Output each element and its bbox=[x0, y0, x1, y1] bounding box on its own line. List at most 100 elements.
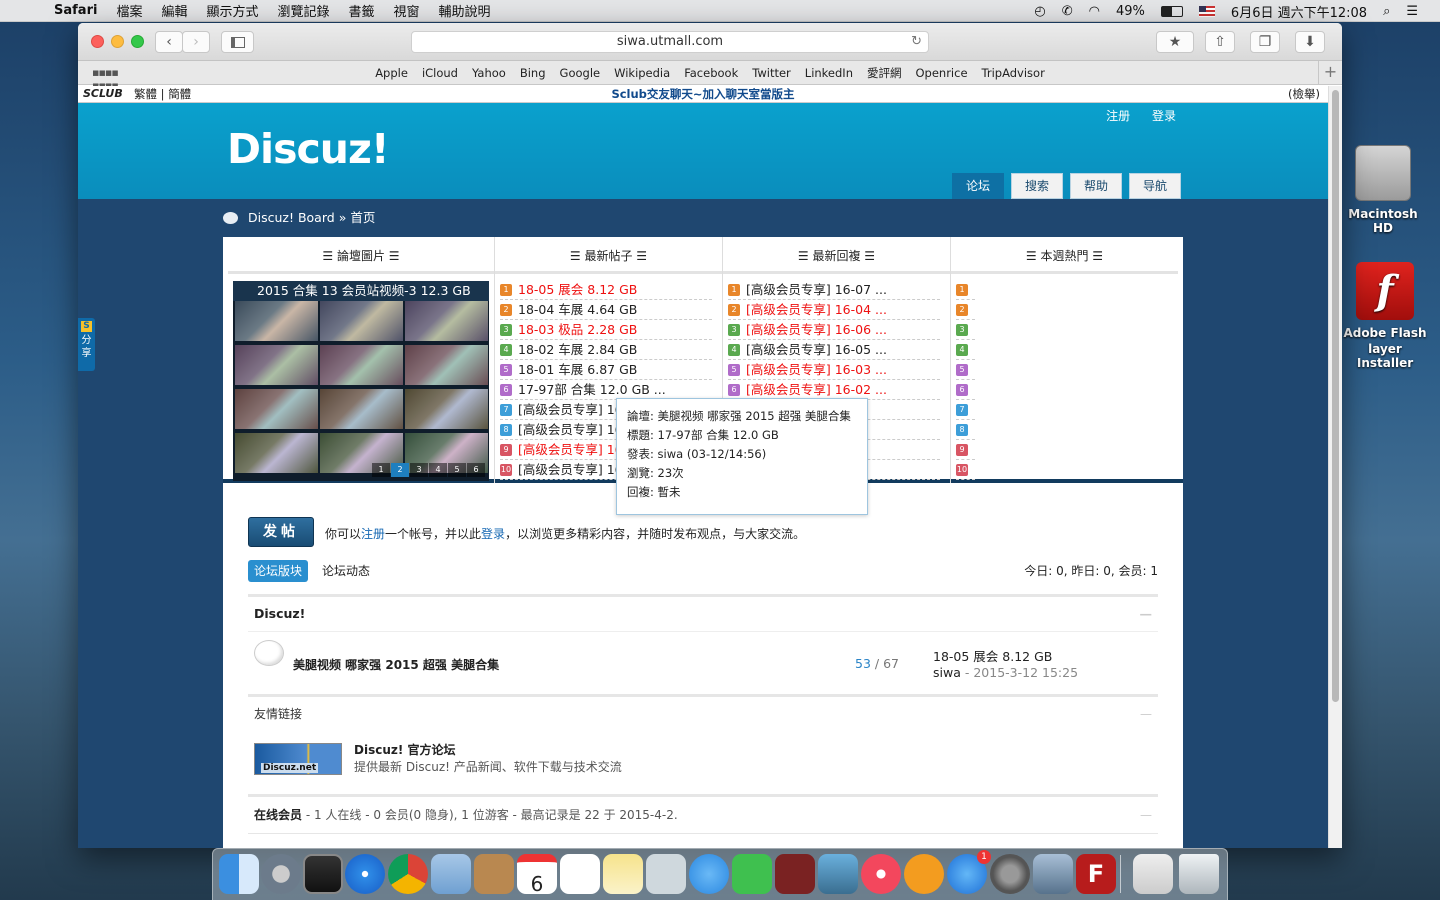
nav-tab-help[interactable]: 帮助 bbox=[1070, 173, 1122, 199]
address-bar[interactable]: siwa.utmall.com ↻ bbox=[411, 31, 929, 53]
tab-forum-sections[interactable]: 论坛版块 bbox=[248, 560, 309, 582]
desktop-icon-flash-installer[interactable]: f Adobe Flash layer Installer bbox=[1338, 262, 1432, 370]
thread-link[interactable]: [高级会员专享] 16 bbox=[518, 402, 623, 417]
list-item[interactable]: 2 18-04 车展 4.64 GB bbox=[500, 300, 712, 320]
favorite-google[interactable]: Google bbox=[560, 66, 601, 80]
photo-booth-alt-icon[interactable] bbox=[775, 854, 815, 894]
notice-register-link[interactable]: 注册 bbox=[361, 527, 385, 541]
tab-forum-activity[interactable]: 论坛动态 bbox=[322, 560, 370, 582]
menu-history[interactable]: 瀏覽記錄 bbox=[277, 1, 329, 20]
list-item[interactable]: 9 bbox=[956, 440, 975, 460]
slide-page[interactable]: 1 bbox=[372, 463, 390, 477]
list-item[interactable]: 6 17-97部 合集 12.0 GB ... bbox=[500, 380, 712, 400]
collapse-icon[interactable]: — bbox=[1140, 597, 1153, 631]
finder-icon[interactable] bbox=[219, 854, 259, 894]
wifi-icon[interactable]: ◠ bbox=[1089, 4, 1100, 19]
forum-last-user-link[interactable]: siwa bbox=[933, 665, 961, 680]
slide-page[interactable]: 3 bbox=[410, 463, 428, 477]
favorite-facebook[interactable]: Facebook bbox=[684, 66, 738, 80]
list-item[interactable]: 4 18-02 车展 2.84 GB bbox=[500, 340, 712, 360]
favorite-twitter[interactable]: Twitter bbox=[752, 66, 791, 80]
minimized-window-icon[interactable] bbox=[1133, 854, 1173, 894]
menu-file[interactable]: 檔案 bbox=[116, 1, 142, 20]
thread-link[interactable]: [高级会员专享] 16 bbox=[518, 442, 623, 457]
thread-link[interactable]: [高级会员专享] 16-04 ... bbox=[746, 302, 887, 317]
favorite-bing[interactable]: Bing bbox=[520, 66, 546, 80]
list-item[interactable]: 6 [高级会员专享] 16-02 ... bbox=[728, 380, 940, 400]
favorite-icloud[interactable]: iCloud bbox=[422, 66, 458, 80]
sidebar-toggle-button[interactable] bbox=[221, 31, 254, 53]
reminders-icon[interactable] bbox=[560, 854, 600, 894]
list-item[interactable]: 1 bbox=[956, 280, 975, 300]
reload-icon[interactable]: ↻ bbox=[911, 32, 922, 52]
menu-window[interactable]: 視窗 bbox=[394, 1, 420, 20]
list-item[interactable]: 2 [高级会员专享] 16-04 ... bbox=[728, 300, 940, 320]
calendar-icon[interactable]: 6 bbox=[517, 854, 557, 896]
safari-icon[interactable] bbox=[345, 854, 385, 894]
favorite-yahoo[interactable]: Yahoo bbox=[472, 66, 506, 80]
list-item[interactable]: 5 [高级会员专享] 16-03 ... bbox=[728, 360, 940, 380]
list-item[interactable]: 5 18-01 车展 6.87 GB bbox=[500, 360, 712, 380]
mission-control-icon[interactable] bbox=[303, 854, 343, 894]
favorite-aipingwang[interactable]: 愛評網 bbox=[867, 65, 902, 81]
thread-link[interactable]: 17-97部 合集 12.0 GB ... bbox=[518, 382, 666, 397]
launchpad-icon[interactable] bbox=[261, 854, 301, 894]
thread-link[interactable]: 18-04 车展 4.64 GB bbox=[518, 302, 637, 317]
battery-icon[interactable] bbox=[1160, 5, 1183, 17]
app-store-icon[interactable]: 1 bbox=[947, 850, 991, 894]
share-button[interactable]: ⇧ bbox=[1205, 31, 1235, 53]
list-item[interactable]: 4 bbox=[956, 340, 975, 360]
notice-login-link[interactable]: 登录 bbox=[481, 527, 505, 541]
report-link[interactable]: (檢舉) bbox=[1288, 86, 1320, 102]
thread-link[interactable]: [高级会员专享] 16-07 ... bbox=[746, 282, 887, 297]
tabs-overview-button[interactable]: ❐ bbox=[1250, 31, 1280, 53]
online-label[interactable]: 在线会员 bbox=[254, 808, 302, 822]
thread-link[interactable]: 18-02 车展 2.84 GB bbox=[518, 342, 637, 357]
thread-link[interactable]: [高级会员专享] 16-06 ... bbox=[746, 322, 887, 337]
close-window-button[interactable] bbox=[91, 35, 104, 48]
desktop-icon-macintosh-hd[interactable]: Macintosh HD bbox=[1340, 145, 1426, 235]
register-link[interactable]: 注册 bbox=[1106, 109, 1130, 123]
lang-traditional[interactable]: 繁體 bbox=[134, 87, 157, 101]
list-item[interactable]: 8 bbox=[956, 420, 975, 440]
preview-icon[interactable] bbox=[431, 854, 471, 894]
ibooks-icon[interactable] bbox=[904, 854, 944, 894]
thread-link[interactable]: 18-01 车展 6.87 GB bbox=[518, 362, 637, 377]
thread-link[interactable]: 18-03 极品 2.28 GB bbox=[518, 322, 637, 337]
photo-booth-icon[interactable] bbox=[646, 854, 686, 894]
lang-simplified[interactable]: 簡體 bbox=[168, 87, 191, 101]
favorite-tripadvisor[interactable]: TripAdvisor bbox=[982, 66, 1045, 80]
thread-link[interactable]: [高级会员专享] 16 bbox=[518, 422, 623, 437]
list-item[interactable]: 3 [高级会员专享] 16-06 ... bbox=[728, 320, 940, 340]
spotlight-icon[interactable]: ⌕ bbox=[1383, 4, 1390, 19]
menu-edit[interactable]: 編輯 bbox=[161, 1, 187, 20]
nav-tab-search[interactable]: 搜索 bbox=[1011, 173, 1063, 199]
notification-center-icon[interactable]: ☰ bbox=[1406, 4, 1418, 19]
list-item[interactable]: 5 bbox=[956, 360, 975, 380]
list-item[interactable]: 3 bbox=[956, 320, 975, 340]
nav-tab-navigation[interactable]: 导航 bbox=[1129, 173, 1181, 199]
facetime-icon[interactable] bbox=[732, 854, 772, 894]
network-utility-icon[interactable] bbox=[1033, 854, 1073, 894]
slideshow-caption[interactable]: 2015 合集 13 会员站视频-3 12.3 GB bbox=[233, 281, 489, 301]
vertical-scrollbar[interactable] bbox=[1328, 86, 1342, 848]
reader-button[interactable]: ★ bbox=[1156, 31, 1194, 53]
nav-tab-forum[interactable]: 论坛 bbox=[952, 173, 1004, 199]
list-item[interactable]: 3 18-03 极品 2.28 GB bbox=[500, 320, 712, 340]
minimize-window-button[interactable] bbox=[111, 35, 124, 48]
clock[interactable]: 6月6日 週六下午12:08 bbox=[1231, 2, 1367, 21]
zoom-window-button[interactable] bbox=[131, 35, 144, 48]
back-button[interactable]: ‹ bbox=[155, 31, 183, 53]
new-tab-button[interactable]: + bbox=[1318, 61, 1342, 84]
itunes-icon[interactable] bbox=[861, 854, 901, 894]
iphoto-icon[interactable] bbox=[818, 854, 858, 894]
new-post-button[interactable]: 发帖 bbox=[248, 517, 314, 547]
forum-name-link[interactable]: 美腿视频 哪家强 2015 超强 美腿合集 bbox=[293, 656, 499, 673]
chrome-icon[interactable] bbox=[388, 854, 428, 894]
list-item[interactable]: 4 [高级会员专享] 16-05 ... bbox=[728, 340, 940, 360]
list-item[interactable]: 6 bbox=[956, 380, 975, 400]
timemachine-icon[interactable]: ◴ bbox=[1034, 4, 1045, 19]
menu-bookmarks[interactable]: 書籤 bbox=[349, 1, 375, 20]
forward-button[interactable]: › bbox=[182, 31, 210, 53]
thread-link[interactable]: [高级会员专享] 16-02 ... bbox=[746, 382, 887, 397]
